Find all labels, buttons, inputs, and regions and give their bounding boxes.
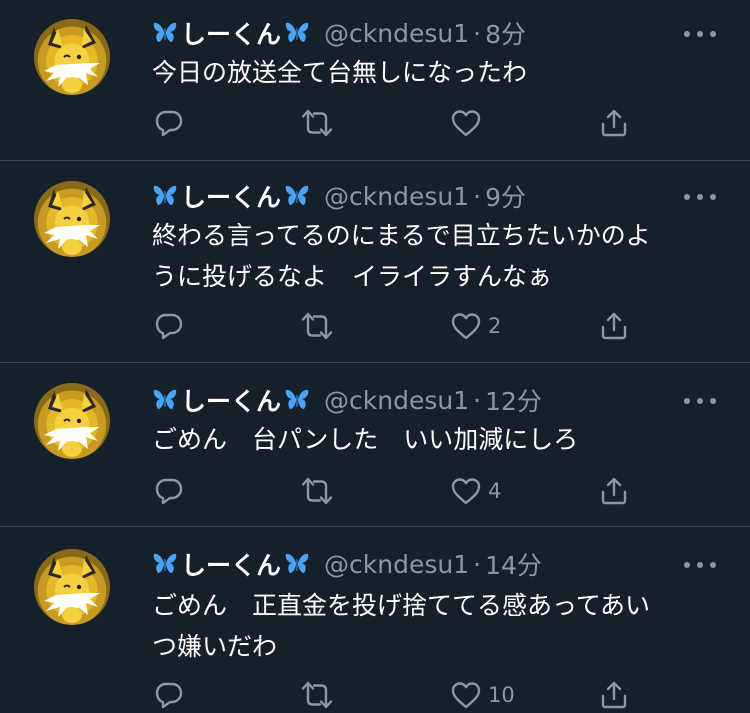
share-button[interactable] (599, 474, 629, 508)
share-icon (599, 476, 629, 506)
tweet-timestamp[interactable]: 8分 (485, 15, 526, 51)
avatar-image (34, 19, 110, 95)
reply-button[interactable] (154, 106, 184, 140)
tweet-timestamp[interactable]: 14分 (485, 546, 542, 582)
tweet-text: 今日の放送全て台無しになったわ (152, 58, 528, 87)
retweet-icon (300, 680, 334, 710)
tweet-header: しーくん @ckndesu1 · 14分 (152, 547, 542, 581)
share-icon (599, 108, 629, 138)
retweet-button[interactable] (300, 678, 334, 712)
like-button[interactable]: 4 (450, 474, 501, 508)
reply-icon (154, 311, 184, 341)
display-name[interactable]: しーくん (181, 178, 281, 214)
like-count: 2 (488, 314, 502, 338)
user-handle[interactable]: @ckndesu1 (324, 386, 469, 415)
like-button[interactable]: 2 (450, 309, 501, 343)
tweet-header: しーくん @ckndesu1 · 8分 (152, 16, 526, 50)
tweet-text: 終わる言ってるのにまるで目立ちたいかのよ うに投げるなよ イライラすんなぁ (152, 221, 651, 291)
reply-button[interactable] (154, 678, 184, 712)
like-icon (450, 476, 482, 506)
tweet-text: ごめん 正直金を投げ捨ててる感あってあい つ嫌いだわ (152, 591, 651, 661)
avatar[interactable] (34, 383, 110, 459)
butterfly-icon (284, 551, 310, 577)
share-icon (599, 311, 629, 341)
share-button[interactable] (599, 678, 629, 712)
share-button[interactable] (599, 309, 629, 343)
user-handle[interactable]: @ckndesu1 (324, 182, 469, 211)
like-count: 10 (488, 683, 515, 707)
tweet-actions: 10 (152, 678, 632, 712)
tweet[interactable]: しーくん @ckndesu1 · 14分 ごめん 正直金を投げ捨ててる感あってあ… (0, 527, 750, 713)
separator-dot: · (473, 385, 482, 415)
butterfly-icon (152, 551, 178, 577)
separator-dot: · (473, 18, 482, 48)
avatar-image (34, 383, 110, 459)
tweet-timestamp[interactable]: 12分 (485, 382, 542, 418)
share-button[interactable] (599, 106, 629, 140)
reply-icon (154, 476, 184, 506)
user-handle[interactable]: @ckndesu1 (324, 550, 469, 579)
butterfly-icon (284, 387, 310, 413)
like-icon (450, 311, 482, 341)
tweet-actions: 4 (152, 474, 632, 508)
tweet-timestamp[interactable]: 9分 (485, 178, 526, 214)
retweet-button[interactable] (300, 106, 334, 140)
butterfly-icon (284, 20, 310, 46)
separator-dot: · (473, 549, 482, 579)
more-icon[interactable] (684, 555, 716, 575)
tweet-text: ごめん 台パンした いい加減にしろ (152, 425, 579, 454)
avatar-image (34, 181, 110, 257)
butterfly-icon (152, 387, 178, 413)
like-icon (450, 108, 482, 138)
like-button[interactable]: 10 (450, 678, 515, 712)
more-icon[interactable] (684, 24, 716, 44)
separator-dot: · (473, 181, 482, 211)
like-button[interactable] (450, 106, 488, 140)
avatar-image (34, 549, 110, 625)
like-count: 4 (488, 479, 502, 503)
reply-icon (154, 680, 184, 710)
tweet-header: しーくん @ckndesu1 · 9分 (152, 179, 526, 213)
display-name[interactable]: しーくん (181, 382, 281, 418)
retweet-button[interactable] (300, 309, 334, 343)
like-icon (450, 680, 482, 710)
display-name[interactable]: しーくん (181, 546, 281, 582)
more-icon[interactable] (684, 391, 716, 411)
reply-icon (154, 108, 184, 138)
butterfly-icon (284, 183, 310, 209)
avatar[interactable] (34, 549, 110, 625)
avatar[interactable] (34, 181, 110, 257)
tweet-actions: 2 (152, 309, 632, 343)
avatar[interactable] (34, 19, 110, 95)
butterfly-icon (152, 183, 178, 209)
retweet-icon (300, 476, 334, 506)
reply-button[interactable] (154, 474, 184, 508)
reply-button[interactable] (154, 309, 184, 343)
display-name[interactable]: しーくん (181, 15, 281, 51)
more-icon[interactable] (684, 187, 716, 207)
retweet-icon (300, 108, 334, 138)
retweet-icon (300, 311, 334, 341)
tweet-actions (152, 106, 632, 140)
butterfly-icon (152, 20, 178, 46)
tweet[interactable]: しーくん @ckndesu1 · 8分 今日の放送全て台無しになったわ (0, 0, 750, 161)
share-icon (599, 680, 629, 710)
retweet-button[interactable] (300, 474, 334, 508)
tweet[interactable]: しーくん @ckndesu1 · 12分 ごめん 台パンした いい加減にしろ 4 (0, 363, 750, 527)
tweet[interactable]: しーくん @ckndesu1 · 9分 終わる言ってるのにまるで目立ちたいかのよ… (0, 161, 750, 363)
user-handle[interactable]: @ckndesu1 (324, 19, 469, 48)
tweet-header: しーくん @ckndesu1 · 12分 (152, 383, 542, 417)
